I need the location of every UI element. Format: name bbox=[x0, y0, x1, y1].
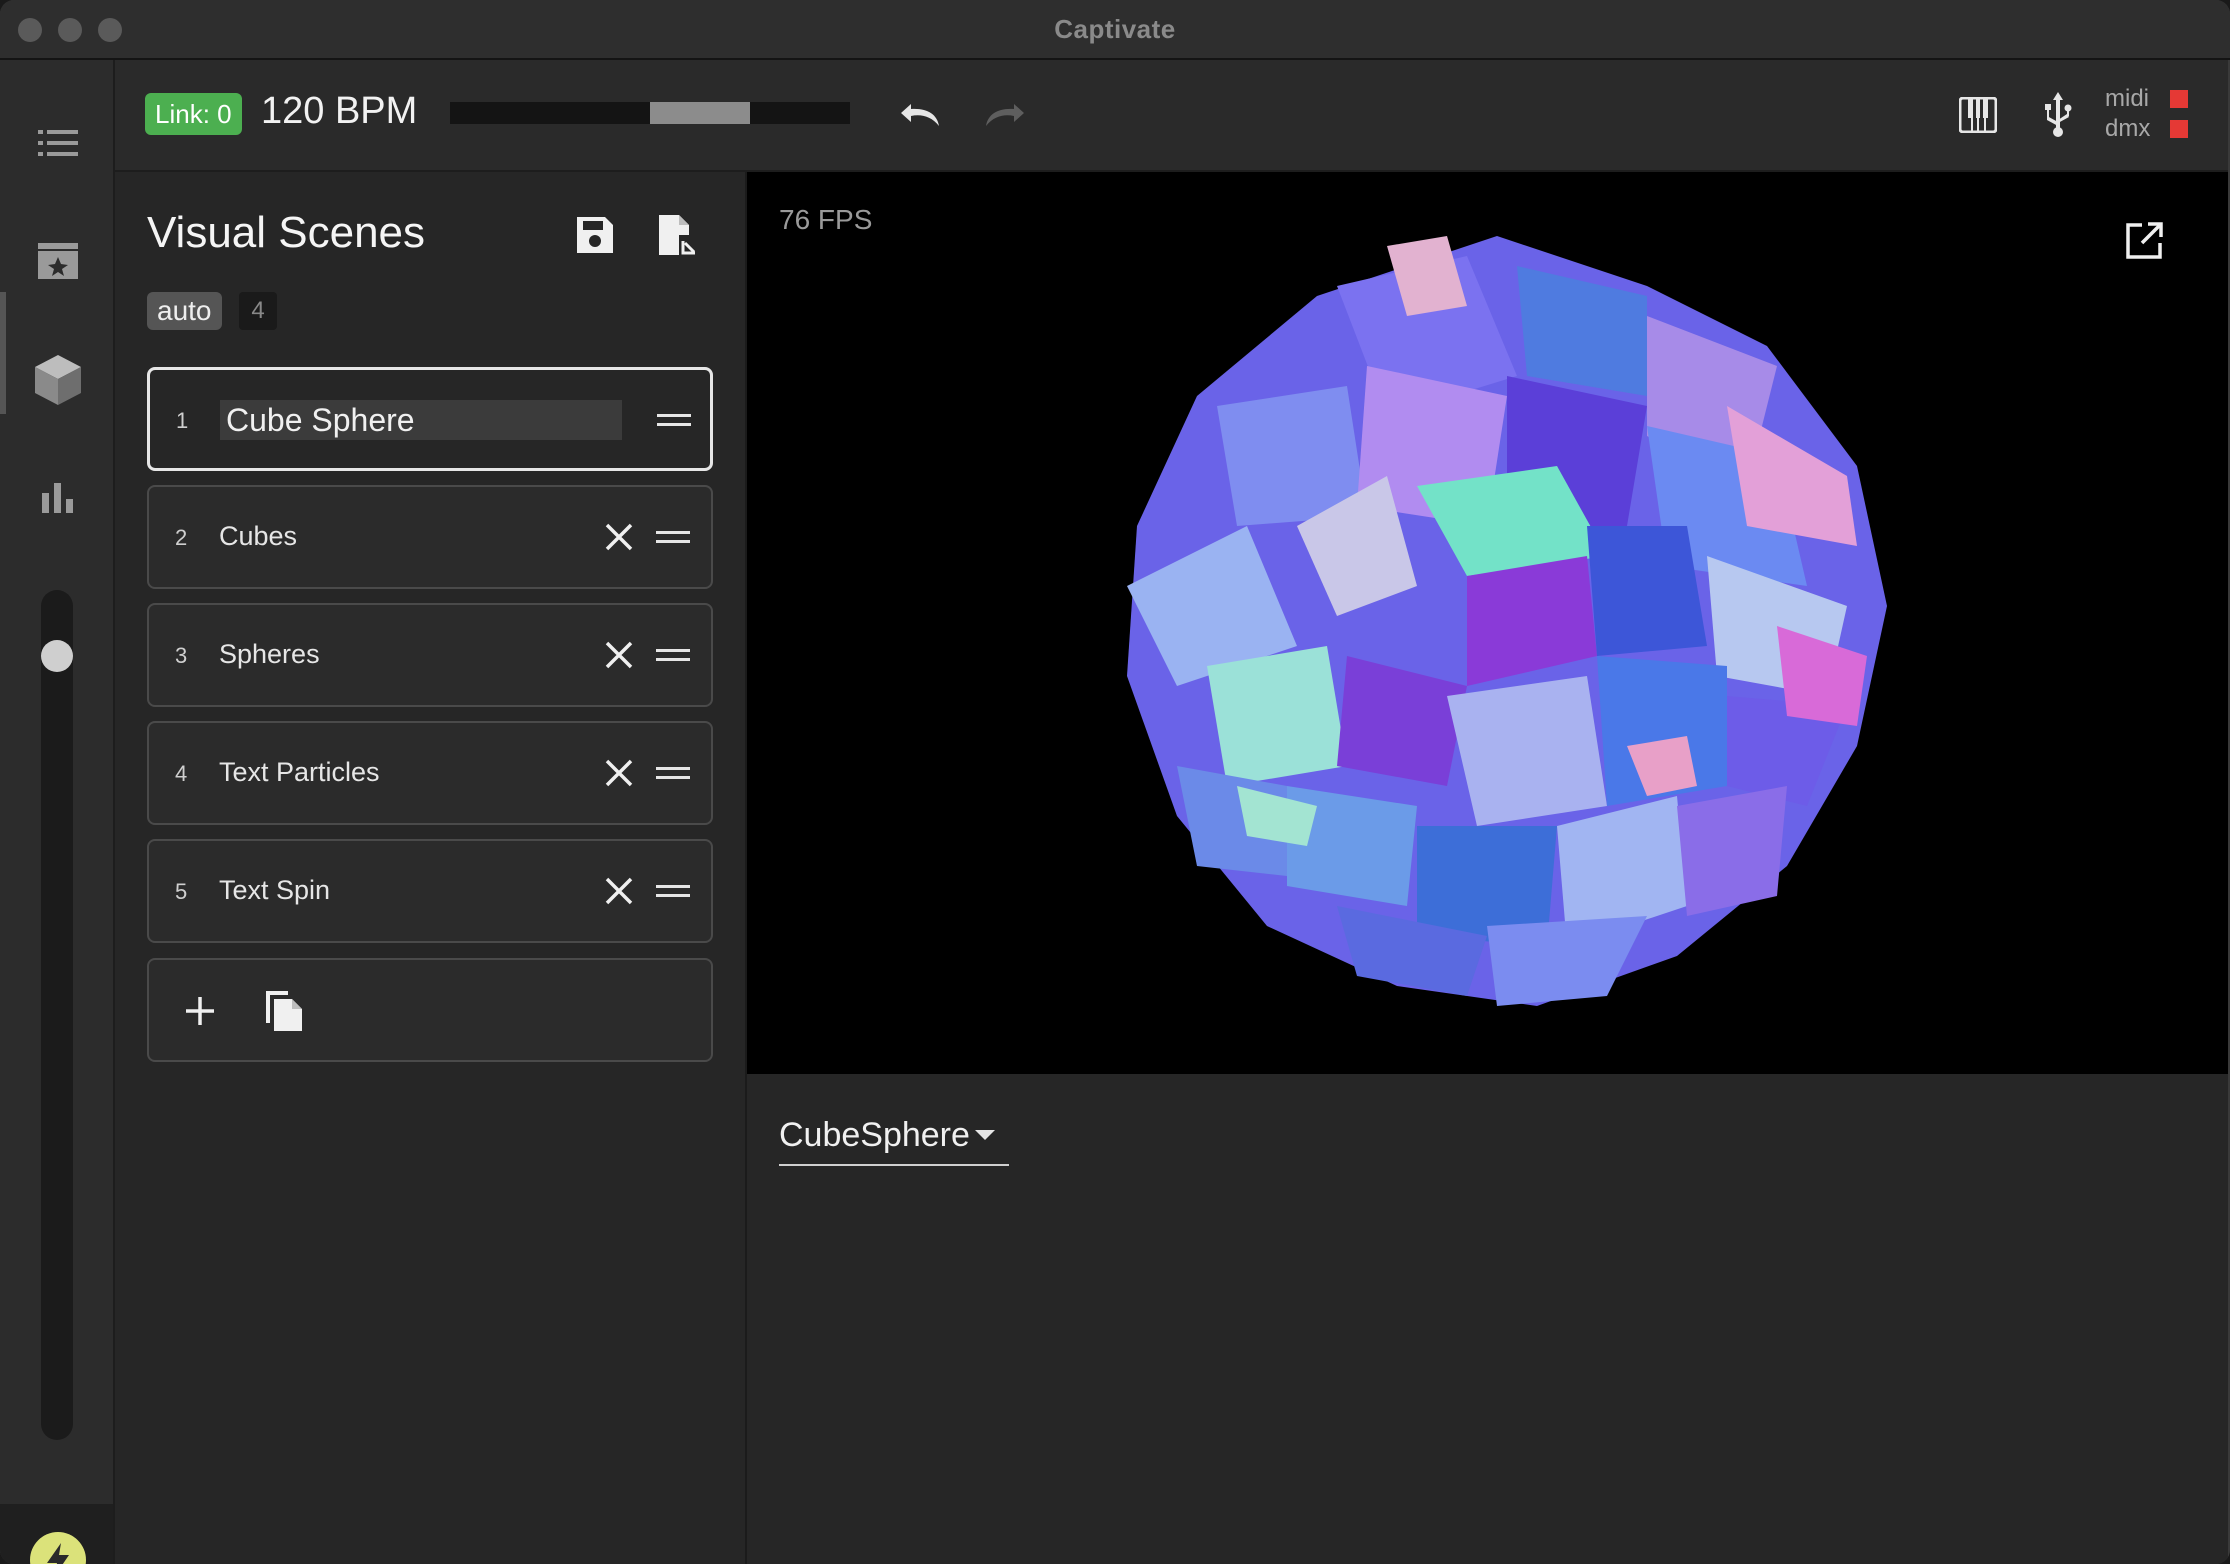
bpm-display[interactable]: 120 BPM bbox=[261, 90, 417, 133]
dmx-status-indicator bbox=[2170, 120, 2188, 138]
copy-icon bbox=[266, 991, 302, 1031]
nav-item-audio[interactable] bbox=[30, 470, 86, 526]
scene-row[interactable]: 2 Cubes bbox=[147, 485, 713, 589]
master-fader-handle[interactable] bbox=[41, 640, 73, 672]
visualizer-type-select[interactable]: CubeSphere bbox=[779, 1110, 1009, 1166]
side-nav bbox=[0, 60, 115, 1564]
visualizer-type-value: CubeSphere bbox=[779, 1116, 970, 1154]
save-icon bbox=[577, 217, 613, 253]
drag-handle[interactable] bbox=[653, 635, 693, 675]
visualizer-preview[interactable]: 76 FPS bbox=[747, 172, 2228, 1074]
title-bar: Captivate bbox=[0, 0, 2230, 60]
auto-toggle[interactable]: auto bbox=[147, 292, 222, 330]
auto-count[interactable]: 4 bbox=[239, 292, 277, 330]
midi-keyboard-button[interactable] bbox=[1953, 90, 2003, 140]
scene-number: 1 bbox=[176, 408, 189, 433]
close-icon bbox=[605, 759, 633, 787]
io-status-labels: midi dmx bbox=[2105, 84, 2150, 144]
nav-item-lighting[interactable] bbox=[30, 115, 86, 171]
drag-handle[interactable] bbox=[653, 753, 693, 793]
nav-item-video-scenes[interactable] bbox=[30, 233, 86, 289]
plus-icon bbox=[186, 997, 214, 1025]
scene-name: Cubes bbox=[219, 521, 298, 551]
usb-button[interactable] bbox=[2033, 90, 2083, 140]
save-button[interactable] bbox=[568, 208, 622, 262]
delete-scene-button[interactable] bbox=[599, 871, 639, 911]
delete-scene-button[interactable] bbox=[599, 635, 639, 675]
link-status-badge[interactable]: Link: 0 bbox=[145, 93, 242, 135]
scene-name: Spheres bbox=[219, 639, 320, 669]
scene-row[interactable]: 5 Text Spin bbox=[147, 839, 713, 943]
drag-handle-icon bbox=[656, 767, 690, 779]
window-title: Captivate bbox=[1054, 14, 1176, 44]
master-fader-track[interactable] bbox=[41, 590, 73, 1440]
beat-progress-track bbox=[450, 102, 850, 124]
dmx-status-label: dmx bbox=[2105, 115, 2151, 142]
visual-scenes-panel: Visual Scenes auto 4 1 2 Cubes bbox=[115, 172, 747, 1564]
redo-icon bbox=[986, 104, 1024, 126]
midi-status-indicator bbox=[2170, 90, 2188, 108]
drag-handle-icon bbox=[656, 649, 690, 661]
scene-number: 5 bbox=[175, 879, 188, 904]
scene-row[interactable]: 1 bbox=[147, 367, 713, 471]
scene-number: 3 bbox=[175, 643, 188, 668]
beat-progress-fill bbox=[650, 102, 750, 124]
add-scene-button[interactable] bbox=[173, 984, 227, 1038]
usb-icon bbox=[2045, 92, 2072, 137]
chevron-down-icon bbox=[975, 1130, 995, 1140]
app-window: Captivate Link: 0 120 BPM midi dmx Visua… bbox=[0, 0, 2230, 1564]
scene-row[interactable]: 3 Spheres bbox=[147, 603, 713, 707]
undo-button[interactable] bbox=[897, 90, 947, 140]
drag-handle[interactable] bbox=[653, 517, 693, 557]
scene-name: Text Spin bbox=[219, 875, 331, 905]
file-open-icon bbox=[659, 215, 696, 255]
cube-icon bbox=[35, 355, 81, 405]
scene-number: 4 bbox=[175, 761, 188, 786]
nav-active-indicator bbox=[0, 292, 6, 414]
drag-handle[interactable] bbox=[654, 400, 694, 440]
list-icon bbox=[38, 130, 78, 156]
popout-button[interactable] bbox=[2119, 216, 2169, 266]
close-icon bbox=[605, 641, 633, 669]
scene-actions-row bbox=[147, 958, 713, 1062]
drag-handle[interactable] bbox=[653, 871, 693, 911]
delete-scene-button[interactable] bbox=[599, 517, 639, 557]
scene-settings-panel: CubeSphere bbox=[747, 1074, 2228, 1564]
scene-number: 2 bbox=[175, 525, 188, 550]
close-icon bbox=[605, 523, 633, 551]
bolt-icon bbox=[47, 1543, 69, 1564]
midi-status-label: midi bbox=[2105, 85, 2150, 112]
scene-name-input[interactable] bbox=[220, 400, 622, 440]
cube-sphere-render bbox=[1127, 236, 1887, 1006]
bar-chart-icon bbox=[42, 483, 73, 513]
video-scenes-icon bbox=[38, 243, 78, 279]
nav-item-visualizer[interactable] bbox=[30, 352, 86, 408]
drag-handle-icon bbox=[657, 414, 691, 426]
close-icon bbox=[605, 877, 633, 905]
drag-handle-icon bbox=[656, 531, 690, 543]
redo-button[interactable] bbox=[978, 90, 1028, 140]
panel-title: Visual Scenes bbox=[147, 208, 426, 257]
open-in-new-icon bbox=[2126, 222, 2163, 259]
duplicate-scene-button[interactable] bbox=[257, 984, 311, 1038]
fps-counter: 76 FPS bbox=[779, 204, 873, 235]
top-toolbar: Link: 0 120 BPM midi dmx bbox=[115, 60, 2228, 172]
undo-icon bbox=[901, 104, 939, 126]
delete-scene-button[interactable] bbox=[599, 753, 639, 793]
drag-handle-icon bbox=[656, 885, 690, 897]
scene-name: Text Particles bbox=[219, 757, 380, 787]
load-file-button[interactable] bbox=[650, 208, 704, 262]
scene-row[interactable]: 4 Text Particles bbox=[147, 721, 713, 825]
piano-icon bbox=[1959, 97, 1997, 133]
